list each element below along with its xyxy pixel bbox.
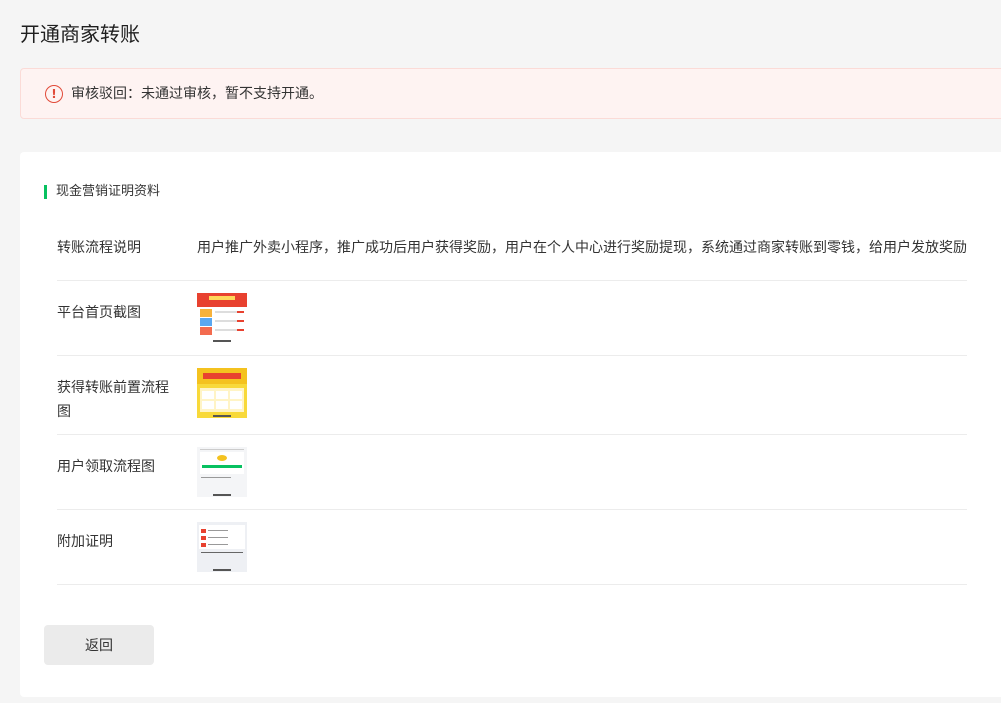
page-title: 开通商家转账 (20, 22, 140, 46)
alert-circle-icon: ! (45, 84, 63, 103)
alert-message: 审核驳回：未通过审核，暂不支持开通。 (71, 85, 323, 102)
row-label: 平台首页截图 (57, 305, 141, 321)
user-claim-flow-row: 用户领取流程图 (57, 435, 967, 510)
section-title: 现金营销证明资料 (56, 184, 161, 199)
additional-proof-thumbnail[interactable] (197, 522, 247, 572)
platform-homepage-thumbnail[interactable] (197, 293, 247, 343)
row-label: 转账流程说明 (57, 240, 141, 256)
materials-list: 转账流程说明 用户推广外卖小程序，推广成功后用户获得奖励，用户在个人中心进行奖励… (57, 222, 967, 585)
materials-card: 现金营销证明资料 转账流程说明 用户推广外卖小程序，推广成功后用户获得奖励，用户… (20, 152, 1001, 697)
row-label: 用户领取流程图 (57, 459, 155, 475)
section-header: 现金营销证明资料 (44, 183, 160, 201)
additional-proof-row: 附加证明 (57, 510, 967, 585)
row-label: 附加证明 (57, 534, 113, 550)
transfer-flow-description-row: 转账流程说明 用户推广外卖小程序，推广成功后用户获得奖励，用户在个人中心进行奖励… (57, 222, 967, 281)
row-value: 用户推广外卖小程序，推广成功后用户获得奖励，用户在个人中心进行奖励提现，系统通过… (197, 240, 967, 256)
user-claim-flow-thumbnail[interactable] (197, 447, 247, 497)
rejection-alert: ! 审核驳回：未通过审核，暂不支持开通。 (20, 68, 1001, 119)
section-accent-bar (44, 185, 47, 199)
pre-transfer-flow-thumbnail[interactable] (197, 368, 247, 418)
row-label: 获得转账前置流程图 (57, 380, 169, 420)
back-button[interactable]: 返回 (44, 625, 154, 665)
homepage-screenshot-row: 平台首页截图 (57, 281, 967, 356)
pre-transfer-flow-row: 获得转账前置流程图 (57, 356, 967, 435)
